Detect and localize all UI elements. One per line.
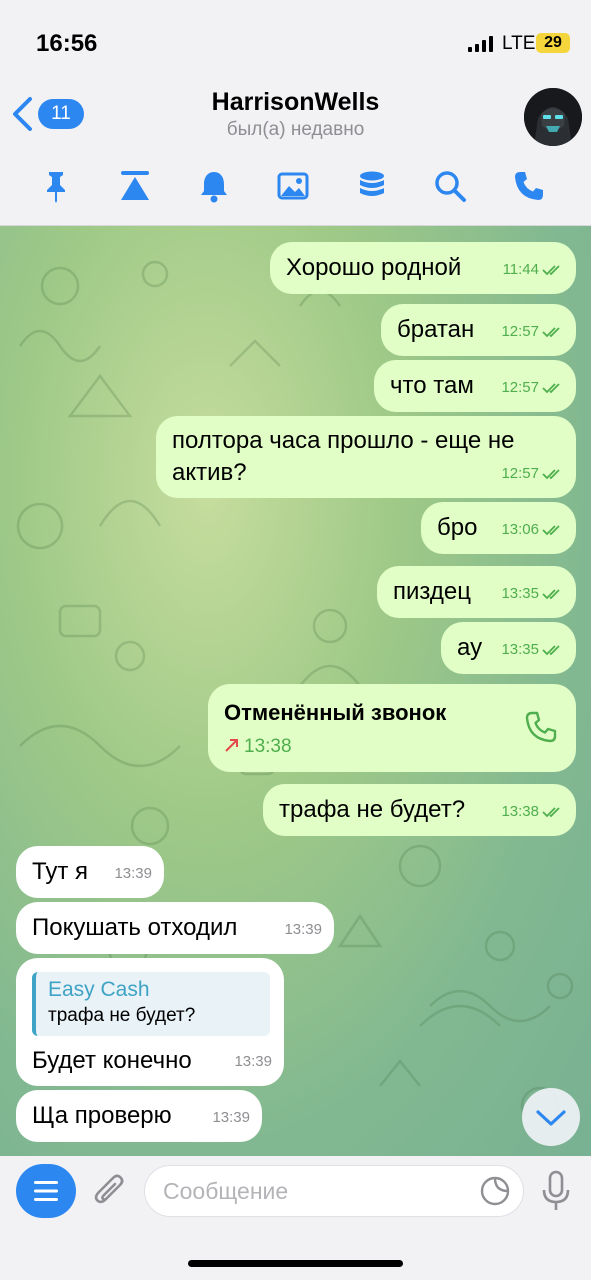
pin-icon[interactable] [38,168,74,204]
message-input[interactable] [163,1166,463,1216]
message-text: Покушать отходил [32,914,238,941]
last-seen-status: был(а) недавно [226,119,365,140]
message-bubble-incoming[interactable]: Easy Cash трафа не будет? Будет конечно … [16,958,284,1086]
bell-icon[interactable] [196,168,232,204]
message-bubble-incoming[interactable]: Покушать отходил 13:39 [16,902,334,954]
call-status: 13:38 [224,732,292,762]
chat-toolbar [0,168,591,208]
message-meta: 13:39 [234,1047,272,1077]
message-field[interactable] [144,1165,524,1217]
double-check-icon [542,383,560,394]
message-text: Будет конечно [32,1047,192,1074]
message-meta: 11:44 [503,255,564,285]
message-meta: 12:57 [501,373,564,403]
message-time: 13:35 [501,585,539,602]
message-meta: 13:39 [284,915,322,945]
call-title: Отменённый звонок [224,700,447,725]
message-time: 13:38 [501,803,539,820]
reply-author: Easy Cash [48,978,150,1001]
reply-text: трафа не будет? [48,1005,196,1026]
avatar-image [524,88,582,146]
message-meta: 12:57 [501,317,564,347]
outgoing-arrow-icon [225,739,238,752]
message-bubble-outgoing[interactable]: полтора часа прошло - еще не актив? 12:5… [156,416,576,498]
double-check-icon [542,327,560,338]
database-icon[interactable] [354,168,390,204]
battery-indicator: 29 [536,33,570,53]
message-time: 13:38 [244,736,292,757]
message-bubble-incoming[interactable]: Ща проверю 13:39 [16,1090,262,1142]
message-bubble-outgoing[interactable]: пиздец 13:35 [377,566,576,618]
message-time: 11:44 [502,261,539,278]
double-check-icon [542,469,560,480]
menu-button[interactable] [16,1164,76,1218]
status-time: 16:56 [36,30,98,57]
message-text: бро [437,514,478,541]
chat-title[interactable]: HarrisonWells [0,88,591,117]
message-text: Хорошо родной [286,254,462,281]
message-bubble-outgoing[interactable]: трафа не будет? 13:38 [263,784,576,836]
hamburger-icon [34,1181,58,1201]
message-time: 13:39 [234,1053,272,1070]
message-time: 13:39 [212,1109,250,1126]
message-text: Ща проверю [32,1102,172,1129]
message-meta: 13:39 [114,859,152,889]
message-meta: 13:35 [501,635,564,665]
double-check-icon [542,645,560,656]
message-time: 13:06 [501,521,539,538]
message-meta: 12:57 [501,459,564,489]
call-bubble[interactable]: Отменённый звонок 13:38 [208,684,576,772]
message-bubble-incoming[interactable]: Тут я 13:39 [16,846,164,898]
message-meta: 13:35 [501,579,564,609]
signal-icon [468,36,493,52]
chevron-down-icon [536,1110,566,1126]
reply-quote[interactable]: Easy Cash трафа не будет? [32,972,270,1036]
microphone-icon[interactable] [541,1170,571,1212]
message-meta: 13:06 [501,515,564,545]
message-text: ау [457,634,483,661]
sticker-icon[interactable] [479,1175,511,1207]
avatar[interactable] [524,88,582,146]
image-icon[interactable] [275,168,311,204]
message-time: 12:57 [501,465,539,482]
message-meta: 13:38 [501,797,564,827]
status-bar: 16:56 LTE 29 [0,0,591,80]
message-time: 13:35 [501,641,539,658]
scroll-to-top-icon[interactable] [117,168,153,204]
message-meta: 13:39 [212,1103,250,1133]
message-text: пиздец [393,578,471,605]
search-icon[interactable] [432,168,468,204]
message-bubble-outgoing[interactable]: бро 13:06 [421,502,576,554]
home-indicator [188,1260,403,1267]
message-bubble-outgoing[interactable]: что там 12:57 [374,360,576,412]
attach-icon[interactable] [92,1172,128,1210]
chat-header: 11 HarrisonWells был(а) недавно [0,80,591,226]
network-label: LTE [502,33,536,54]
double-check-icon [542,265,560,276]
message-text: Тут я [32,858,88,885]
phone-icon[interactable] [511,168,547,204]
double-check-icon [542,589,560,600]
message-time: 13:39 [114,865,152,882]
message-bubble-outgoing[interactable]: Хорошо родной 11:44 [270,242,576,294]
double-check-icon [542,807,560,818]
message-list[interactable]: Хорошо родной 11:44 братан 12:57 что там… [0,226,591,1156]
message-bubble-outgoing[interactable]: ау 13:35 [441,622,576,674]
message-text: что там [390,372,474,399]
message-bubble-outgoing[interactable]: братан 12:57 [381,304,576,356]
phone-icon[interactable] [524,710,558,744]
scroll-down-button[interactable] [522,1088,580,1146]
double-check-icon [542,525,560,536]
message-time: 12:57 [501,323,539,340]
message-time: 13:39 [284,921,322,938]
message-time: 12:57 [501,379,539,396]
message-text: трафа не будет? [279,796,466,823]
message-text: братан [397,316,475,343]
